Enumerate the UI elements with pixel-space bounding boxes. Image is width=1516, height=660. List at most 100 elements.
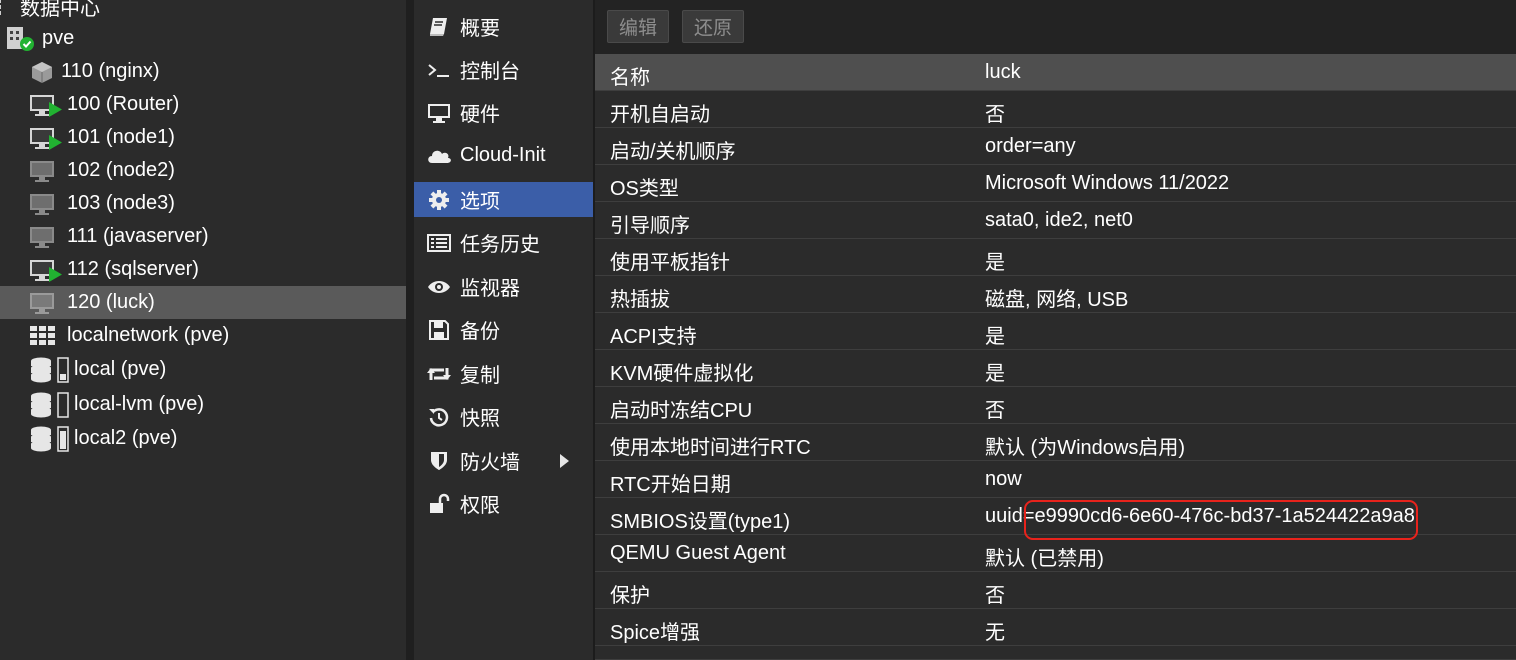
tree-item-datacenter[interactable]: 数据中心 (0, 0, 406, 23)
unlock-icon (422, 493, 456, 515)
option-key: 开机自启动 (610, 104, 710, 126)
table-row[interactable]: 启动/关机顺序 order=any (595, 128, 1516, 165)
tree-item-storage-local[interactable]: local (pve) (0, 353, 406, 386)
tree-item-storage-local2[interactable]: local2 (pve) (0, 422, 406, 455)
vm-icon (29, 158, 63, 184)
nav-item-firewall[interactable]: 防火墙 (414, 443, 593, 478)
table-row[interactable]: Spice增强 无 (595, 609, 1516, 646)
option-value: now (985, 468, 1022, 490)
option-value: 否 (985, 585, 1005, 607)
table-row[interactable]: 开机自启动 否 (595, 91, 1516, 128)
tree-item-label: 110 (nginx) (61, 60, 160, 82)
option-key: KVM硬件虚拟化 (610, 363, 754, 385)
nav-item-monitor[interactable]: 监视器 (414, 269, 593, 304)
option-value: order=any (985, 135, 1076, 157)
table-row[interactable]: 保护 否 (595, 572, 1516, 609)
edit-button[interactable]: 编辑 (607, 10, 669, 43)
option-value: 是 (985, 326, 1005, 348)
nav-item-summary[interactable]: 概要 (414, 9, 593, 44)
cloud-icon (422, 146, 456, 166)
table-row[interactable]: SMBIOS设置(type1) uuid=e9990cd6-6e60-476c-… (595, 498, 1516, 535)
table-row[interactable]: OS类型 Microsoft Windows 11/2022 (595, 165, 1516, 202)
tree-item-vm-100[interactable]: 100 (Router) (0, 88, 406, 121)
tree-item-label: local-lvm (pve) (74, 393, 205, 415)
option-value: uuid=e9990cd6-6e60-476c-bd37-1a524422a9a… (985, 505, 1415, 527)
tree-item-vm-111[interactable]: 111 (javaserver) (0, 220, 406, 253)
revert-button[interactable]: 还原 (682, 10, 744, 43)
tree-item-storage-local-lvm[interactable]: local-lvm (pve) (0, 388, 406, 421)
table-row[interactable]: 使用平板指针 是 (595, 239, 1516, 276)
nav-item-snapshots[interactable]: 快照 (414, 399, 593, 434)
tree-item-vm-120[interactable]: 120 (luck) (0, 286, 406, 319)
option-key: 引导顺序 (610, 215, 690, 237)
table-row[interactable]: ACPI支持 是 (595, 313, 1516, 350)
vm-running-icon (29, 257, 63, 283)
datacenter-icon (0, 0, 14, 17)
nav-item-label: 选项 (460, 191, 500, 213)
table-row[interactable]: 热插拔 磁盘, 网络, USB (595, 276, 1516, 313)
tree-item-label: 111 (javaserver) (67, 225, 209, 247)
tree-item-label: 102 (node2) (67, 159, 175, 181)
option-value: 无 (985, 622, 1005, 644)
table-row[interactable]: 使用本地时间进行RTC 默认 (为Windows启用) (595, 424, 1516, 461)
storage-icon (30, 391, 70, 418)
table-row[interactable]: 名称 luck (595, 54, 1516, 91)
option-key: Spice增强 (610, 622, 701, 644)
option-value: 默认 (已禁用) (985, 548, 1104, 570)
vm-icon (29, 191, 63, 217)
tree-item-vm-102[interactable]: 102 (node2) (0, 154, 406, 187)
tree-item-label: 120 (luck) (67, 291, 155, 313)
table-row[interactable]: KVM硬件虚拟化 是 (595, 350, 1516, 387)
monitor-icon (422, 102, 456, 124)
option-key: 启动时冻结CPU (610, 400, 753, 422)
retweet-icon (422, 364, 456, 384)
nav-item-label: 防火墙 (460, 452, 520, 474)
terminal-icon (422, 60, 456, 80)
vm-running-icon (29, 92, 63, 118)
shield-icon (422, 450, 456, 472)
option-value: 否 (985, 104, 1005, 126)
nav-item-label: 硬件 (460, 104, 500, 126)
nav-item-cloud-init[interactable]: Cloud-Init (414, 138, 593, 173)
nav-item-replication[interactable]: 复制 (414, 356, 593, 391)
tree-item-label: 112 (sqlserver) (67, 258, 199, 280)
option-key: 使用本地时间进行RTC (610, 437, 811, 459)
tree-item-ct-110[interactable]: 110 (nginx) (0, 55, 406, 88)
vm-config-menu: 概要 控制台 硬件 Cloud-Init 选项 任务历史 监视器 备份 复制 快… (414, 0, 593, 660)
network-grid-icon (30, 325, 56, 346)
eye-icon (422, 278, 456, 296)
table-row[interactable]: 启动时冻结CPU 否 (595, 387, 1516, 424)
table-row[interactable]: 引导顺序 sata0, ide2, net0 (595, 202, 1516, 239)
vm-icon (29, 224, 63, 250)
nav-item-backup[interactable]: 备份 (414, 312, 593, 347)
tree-item-vm-101[interactable]: 101 (node1) (0, 121, 406, 154)
nav-item-options[interactable]: 选项 (414, 182, 593, 217)
nav-item-hardware[interactable]: 硬件 (414, 95, 593, 130)
nav-item-task-history[interactable]: 任务历史 (414, 225, 593, 260)
nav-item-console[interactable]: 控制台 (414, 52, 593, 87)
option-key: VM状态存储 (610, 653, 720, 659)
storage-icon (30, 356, 70, 383)
option-key: ACPI支持 (610, 326, 697, 348)
submenu-arrow-icon[interactable] (560, 454, 569, 468)
table-row[interactable]: RTC开始日期 now (595, 461, 1516, 498)
table-row[interactable]: QEMU Guest Agent 默认 (已禁用) (595, 535, 1516, 572)
nav-item-label: Cloud-Init (460, 144, 546, 166)
list-icon (422, 233, 456, 253)
tree-item-localnetwork[interactable]: localnetwork (pve) (0, 319, 406, 352)
nav-item-label: 任务历史 (460, 234, 540, 256)
option-key: 使用平板指针 (610, 252, 730, 274)
nav-item-permissions[interactable]: 权限 (414, 486, 593, 521)
option-value: 是 (985, 363, 1005, 385)
option-key: SMBIOS设置(type1) (610, 511, 791, 533)
tree-item-node-pve[interactable]: pve (0, 22, 406, 55)
tree-item-vm-103[interactable]: 103 (node3) (0, 187, 406, 220)
tree-item-vm-112[interactable]: 112 (sqlserver) (0, 253, 406, 286)
tree-item-label: 100 (Router) (67, 93, 180, 115)
tree-item-label: localnetwork (pve) (67, 324, 230, 346)
table-row[interactable]: VM状态存储 自动 (595, 646, 1516, 660)
panel-splitter[interactable] (406, 0, 414, 660)
option-value: Microsoft Windows 11/2022 (985, 172, 1230, 194)
option-key: OS类型 (610, 178, 679, 200)
gear-icon (422, 189, 456, 211)
